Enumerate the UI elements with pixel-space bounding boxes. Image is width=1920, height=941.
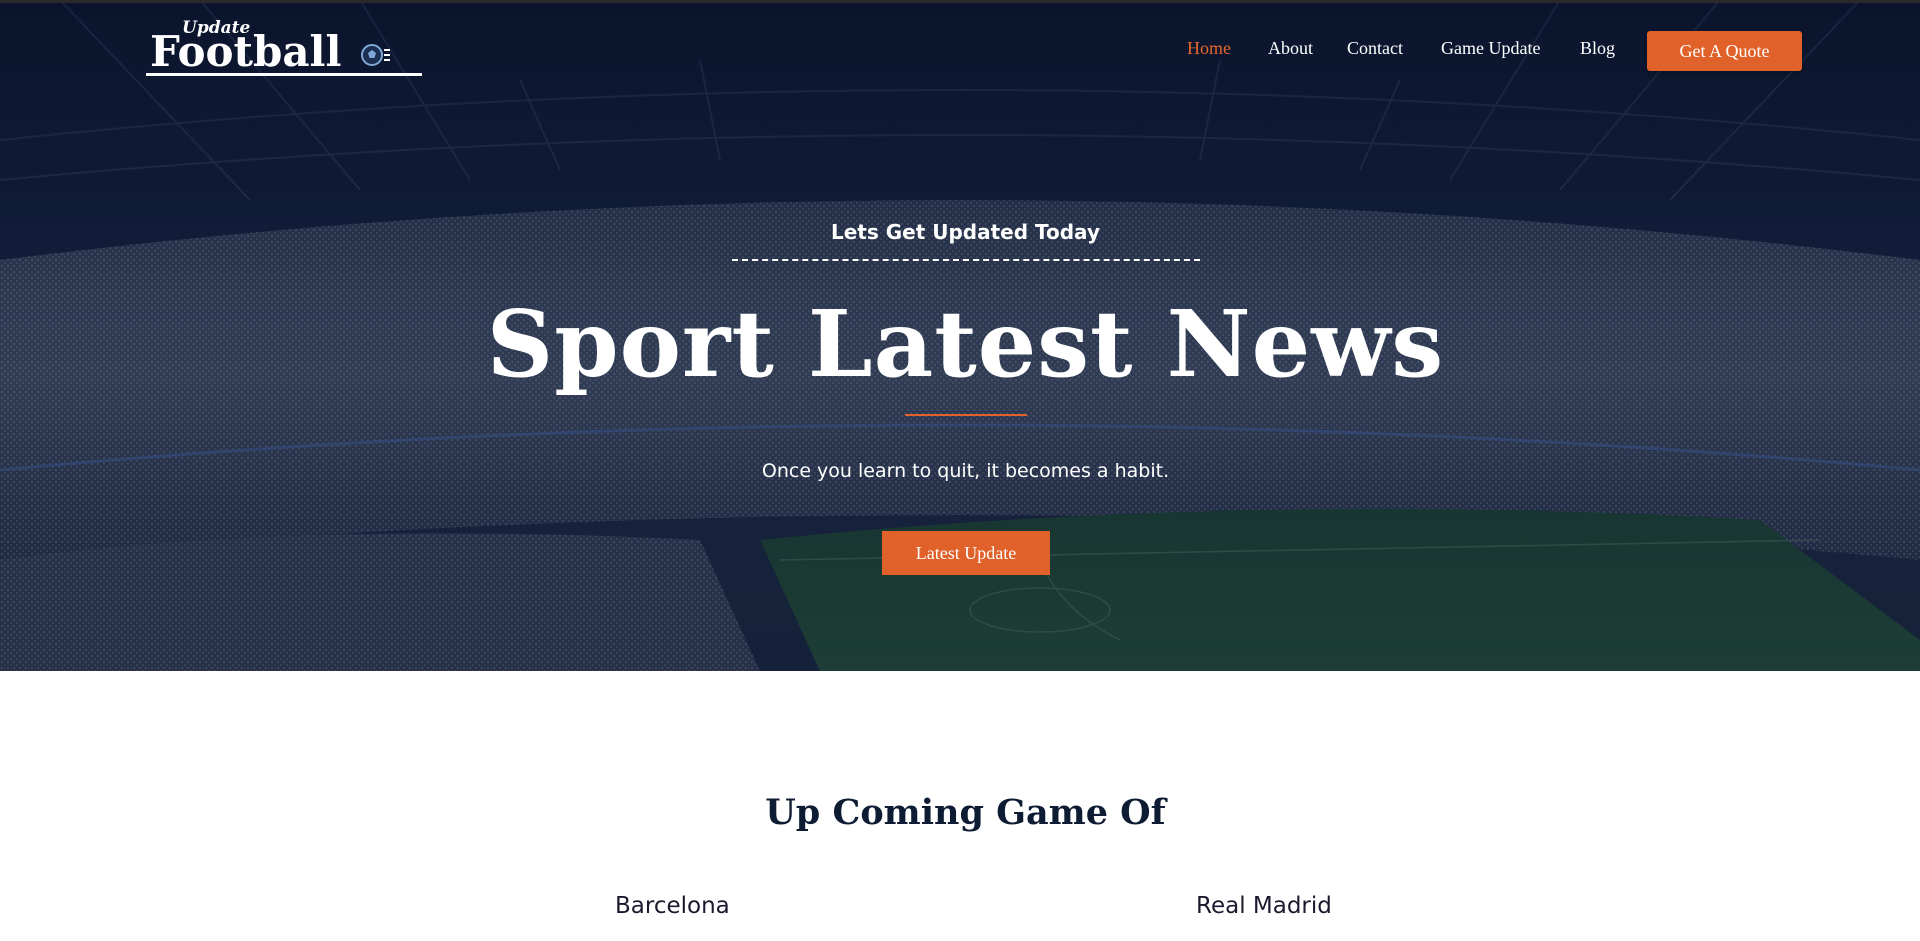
get-a-quote-button[interactable]: Get A Quote bbox=[1647, 31, 1802, 71]
football-icon bbox=[361, 44, 390, 66]
nav-item-home[interactable]: Home bbox=[1187, 38, 1231, 59]
team-name-away: Real Madrid bbox=[1196, 893, 1332, 919]
nav-item-game-update[interactable]: Game Update bbox=[1441, 38, 1540, 59]
latest-update-button[interactable]: Latest Update bbox=[882, 531, 1050, 575]
upcoming-section-title: Up Coming Game Of bbox=[765, 792, 1166, 833]
nav-item-contact[interactable]: Contact bbox=[1347, 38, 1403, 59]
team-name-home: Barcelona bbox=[615, 893, 730, 919]
eyebrow-divider bbox=[732, 259, 1200, 261]
logo-underline bbox=[146, 73, 422, 76]
logo-main-text: Football bbox=[150, 27, 342, 76]
top-border bbox=[0, 0, 1920, 3]
hero-subtitle: Once you learn to quit, it becomes a hab… bbox=[761, 460, 1170, 482]
site-logo[interactable]: Update Football bbox=[146, 18, 426, 78]
title-accent-divider bbox=[905, 414, 1027, 416]
nav-item-blog[interactable]: Blog bbox=[1580, 38, 1615, 59]
hero-eyebrow: Lets Get Updated Today bbox=[831, 220, 1100, 244]
hero-title: Sport Latest News bbox=[486, 290, 1445, 398]
nav-item-about[interactable]: About bbox=[1268, 38, 1313, 59]
